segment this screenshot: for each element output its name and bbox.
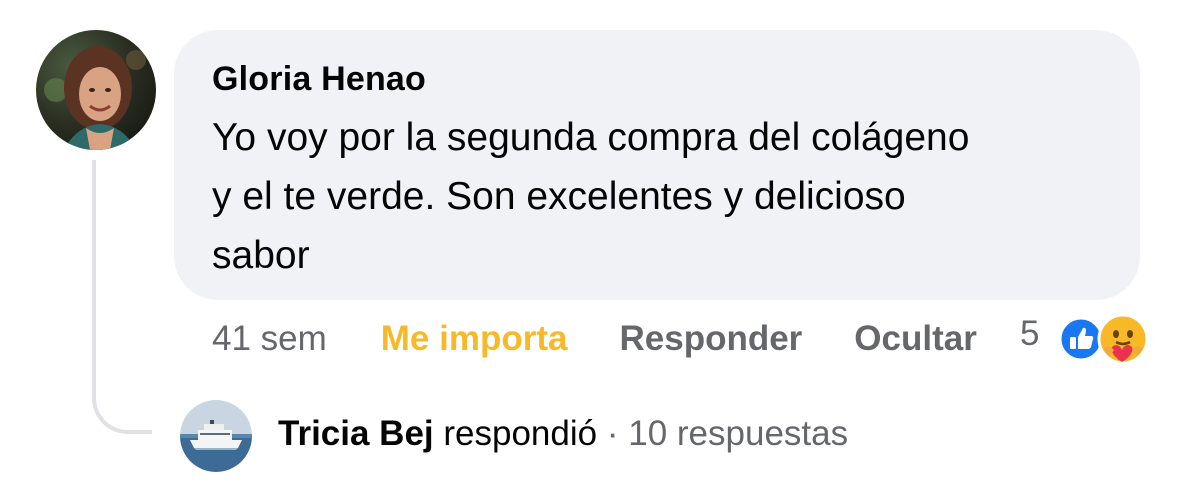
profile-photo-icon — [36, 30, 156, 150]
reply-count[interactable]: 10 respuestas — [628, 414, 848, 453]
reactions-summary[interactable]: 5 — [1020, 310, 1160, 366]
replier-avatar[interactable] — [180, 400, 252, 472]
reply-separator: · — [606, 414, 619, 453]
comment-actions: 41 sem Me importa Responder Ocultar — [212, 316, 977, 362]
commenter-avatar[interactable] — [36, 30, 156, 150]
comment-author[interactable]: Gloria Henao — [212, 58, 1104, 100]
me-importa-button[interactable]: Me importa — [381, 319, 568, 359]
comment-thread: Gloria Henao Yo voy por la segunda compr… — [0, 0, 1179, 500]
care-icon — [1097, 313, 1149, 365]
reply-verb: respondió — [443, 414, 598, 453]
comment-text: Yo voy por la segunda compra del colágen… — [212, 108, 1112, 285]
comment-bubble: Gloria Henao Yo voy por la segunda compr… — [174, 30, 1140, 300]
reply-button[interactable]: Responder — [619, 319, 802, 359]
reply-summary[interactable]: Tricia Bej respondió · 10 respuestas — [278, 412, 848, 456]
hide-button[interactable]: Ocultar — [854, 319, 977, 359]
replier-name[interactable]: Tricia Bej — [278, 414, 434, 453]
comment-timestamp[interactable]: 41 sem — [212, 319, 327, 359]
thread-connector-line — [92, 160, 152, 434]
comment-text-line: sabor — [212, 234, 310, 277]
comment-text-line: y el te verde. Son excelentes y delicios… — [212, 175, 906, 218]
comment-text-line: Yo voy por la segunda compra del colágen… — [212, 116, 970, 159]
reaction-count: 5 — [1020, 314, 1040, 353]
profile-photo-icon — [180, 400, 252, 472]
